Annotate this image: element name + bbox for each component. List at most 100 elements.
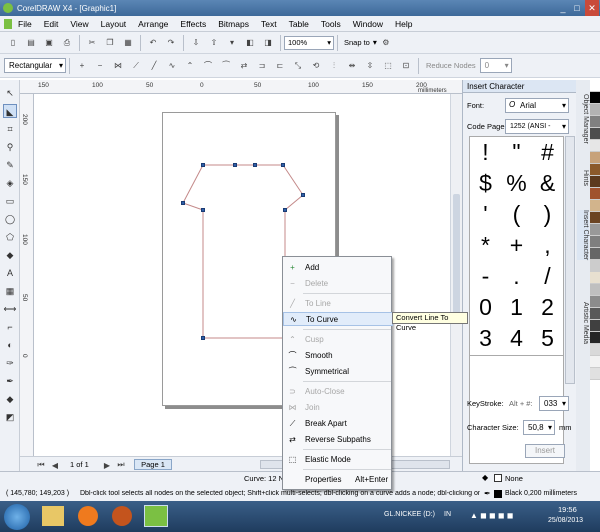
curve-node[interactable] (181, 201, 185, 205)
menu-item-properties[interactable]: Properties Alt+Enter (283, 473, 393, 487)
color-swatch[interactable] (590, 308, 600, 320)
next-page-icon[interactable]: ▶ (100, 458, 114, 472)
curve-node[interactable] (301, 193, 305, 197)
page-tab[interactable]: Page 1 (134, 459, 172, 470)
menu-item-add[interactable]: + Add (283, 261, 393, 275)
char-cell[interactable]: 2 (533, 293, 562, 322)
smooth-node-icon: ⌒ (288, 351, 297, 360)
keystroke-input[interactable]: 033 (539, 396, 569, 411)
char-cell[interactable]: % (502, 169, 531, 198)
color-swatch[interactable] (590, 284, 600, 296)
color-swatch[interactable] (590, 332, 600, 344)
curve-node[interactable] (253, 163, 257, 167)
color-swatch[interactable] (590, 272, 600, 284)
char-cell[interactable]: 0 (471, 293, 500, 322)
color-swatch[interactable] (590, 248, 600, 260)
tab-object-manager[interactable]: Object Manager (577, 94, 589, 144)
outline-value: Black 0,200 millimeters (505, 490, 577, 497)
char-cell[interactable]: + (502, 231, 531, 260)
media-player-icon[interactable] (78, 506, 98, 526)
color-swatch[interactable] (590, 200, 600, 212)
char-cell[interactable]: & (533, 169, 562, 198)
outline-pen-icon: ✒ (484, 489, 491, 498)
char-cell[interactable]: $ (471, 169, 500, 198)
coreldraw-task-icon[interactable] (144, 505, 168, 527)
tab-insert-character[interactable]: Insert Character (577, 210, 589, 261)
char-cell[interactable]: - (471, 262, 500, 291)
color-swatch[interactable] (590, 212, 600, 224)
char-cell[interactable]: / (533, 262, 562, 291)
last-page-icon[interactable]: ⏭ (114, 458, 128, 472)
color-palette (590, 80, 600, 472)
language-indicator[interactable]: IN (444, 511, 451, 518)
tray-icons[interactable]: ▲ ◼ ◼ ◼ ◼ (470, 511, 513, 520)
clock-time[interactable]: 19:56 (558, 505, 577, 514)
char-cell[interactable]: 1 (502, 293, 531, 322)
color-swatch[interactable] (590, 236, 600, 248)
curve-node[interactable] (281, 163, 285, 167)
curve-node[interactable] (233, 163, 237, 167)
color-swatch[interactable] (590, 344, 600, 356)
color-swatch[interactable] (590, 368, 600, 380)
menu-item-break-apart[interactable]: ⟋ Break Apart (283, 417, 393, 431)
char-cell[interactable]: ( (502, 200, 531, 229)
color-swatch[interactable] (590, 164, 600, 176)
vertical-scrollbar[interactable] (450, 94, 462, 456)
firefox-icon[interactable] (112, 506, 132, 526)
character-size-input[interactable]: 50,8 (523, 420, 555, 435)
color-swatch[interactable] (590, 224, 600, 236)
character-size-unit: mm (559, 423, 572, 432)
explorer-icon[interactable] (42, 506, 64, 526)
color-swatch[interactable] (590, 140, 600, 152)
color-swatch[interactable] (590, 104, 600, 116)
scroll-thumb[interactable] (453, 194, 460, 314)
char-cell[interactable]: 4 (502, 324, 531, 353)
codepage-dropdown[interactable]: 1252 (ANSI - (505, 119, 569, 134)
char-cell[interactable]: " (502, 138, 531, 167)
grid-scrollbar[interactable] (565, 136, 575, 384)
color-swatch[interactable] (590, 92, 600, 104)
menu-item-elastic-mode[interactable]: ⬚ Elastic Mode (283, 453, 393, 467)
char-cell[interactable]: , (533, 231, 562, 260)
tab-hints[interactable]: Hints (577, 170, 589, 186)
color-swatch[interactable] (590, 320, 600, 332)
char-cell[interactable]: * (471, 231, 500, 260)
start-button[interactable] (4, 504, 30, 530)
char-cell[interactable]: ) (533, 200, 562, 229)
char-cell[interactable]: . (502, 262, 531, 291)
char-cell[interactable]: ! (471, 138, 500, 167)
curve-node[interactable] (201, 163, 205, 167)
color-swatch[interactable] (590, 356, 600, 368)
menu-item-smooth[interactable]: ⌒ Smooth (283, 349, 393, 363)
insert-button[interactable]: Insert (525, 444, 565, 458)
color-swatch[interactable] (590, 188, 600, 200)
color-swatch[interactable] (590, 260, 600, 272)
curve-node[interactable] (201, 336, 205, 340)
char-cell[interactable]: 3 (471, 324, 500, 353)
menu-item-symmetrical[interactable]: ⏜ Symmetrical (283, 365, 393, 379)
curve-node[interactable] (201, 208, 205, 212)
color-swatch[interactable] (590, 176, 600, 188)
color-swatch[interactable] (590, 152, 600, 164)
curve-node[interactable] (283, 208, 287, 212)
first-page-icon[interactable]: ⏮ (34, 458, 48, 472)
tab-artistic-media[interactable]: Artistic Media (577, 302, 589, 344)
character-grid: ! " # $ % & ' ( ) * + , - . / 0 1 2 3 4 … (469, 136, 564, 464)
char-cell[interactable]: # (533, 138, 562, 167)
char-cell[interactable]: ' (471, 200, 500, 229)
color-swatch[interactable] (590, 80, 600, 92)
color-swatch[interactable] (590, 116, 600, 128)
prev-page-icon[interactable]: ◀ (48, 458, 62, 472)
drive-label[interactable]: GL.NICKEE (D:) (384, 511, 435, 518)
to-curve-icon: ∿ (290, 315, 297, 324)
fill-swatch[interactable] (494, 474, 502, 482)
char-cell[interactable]: 5 (533, 324, 562, 353)
menu-item-to-curve[interactable]: ∿ To Curve (283, 312, 393, 326)
color-swatch[interactable] (590, 296, 600, 308)
menu-item-reverse-subpaths[interactable]: ⇄ Reverse Subpaths (283, 433, 393, 447)
codepage-label: Code Page: (467, 122, 507, 131)
clock-date[interactable]: 25/08/2013 (548, 517, 583, 524)
break-apart-icon: ⟋ (289, 419, 296, 428)
outline-swatch[interactable] (494, 490, 502, 498)
color-swatch[interactable] (590, 128, 600, 140)
